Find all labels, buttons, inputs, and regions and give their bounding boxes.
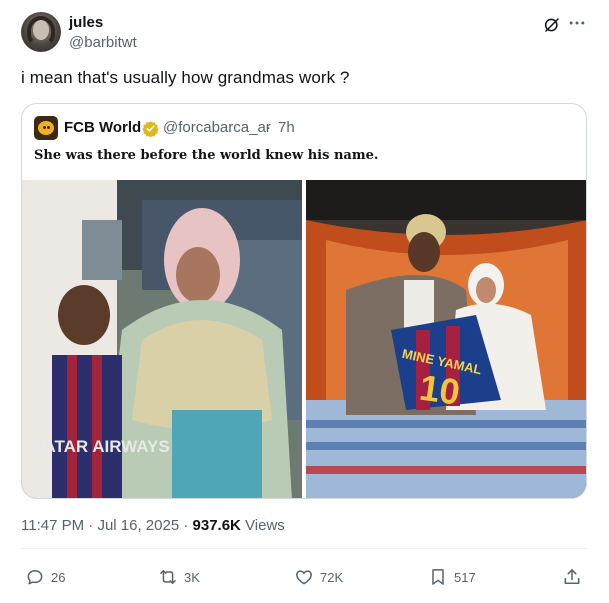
- divider: [21, 548, 587, 549]
- grok-icon[interactable]: [543, 16, 561, 34]
- like-count: 72K: [320, 569, 344, 585]
- tweet-timestamp: 11:47 PM · Jul 16, 2025 · 937.6K Views: [21, 517, 285, 534]
- quote-author-handle[interactable]: @forcabarca_ar: [163, 119, 271, 136]
- tweet-date[interactable]: Jul 16, 2025: [97, 517, 179, 534]
- left-shirt-text: QATAR AIRWAYS: [30, 437, 169, 456]
- tweet-card: jules @barbitwt i mean that's usually ho…: [0, 0, 609, 603]
- reply-button[interactable]: 26: [25, 566, 65, 588]
- author-handle[interactable]: @barbitwt: [69, 34, 137, 51]
- quote-text: She was there before the world knew his …: [34, 148, 379, 163]
- timestamp-separator: ·: [183, 517, 189, 534]
- heart-icon: [296, 570, 312, 585]
- quote-author-name[interactable]: FCB World: [64, 119, 141, 136]
- quote-separator: ·: [266, 119, 271, 136]
- share-icon: [564, 569, 580, 584]
- reply-icon: [27, 570, 43, 585]
- more-options-icon[interactable]: [567, 13, 587, 33]
- quote-photo-left[interactable]: QATAR AIRWAYS: [22, 180, 302, 499]
- bookmark-button[interactable]: 517: [428, 566, 476, 588]
- repost-count: 3K: [184, 569, 200, 585]
- author-name[interactable]: jules: [69, 14, 103, 31]
- right-shirt-number: 10: [417, 367, 462, 413]
- tweet-time[interactable]: 11:47 PM: [21, 517, 84, 534]
- quoted-tweet[interactable]: FCB World @forcabarca_ar · 7h She was th…: [21, 103, 587, 499]
- repost-icon: [160, 570, 176, 584]
- verified-badge-icon: [142, 121, 159, 137]
- like-button[interactable]: 72K: [294, 566, 343, 588]
- share-button[interactable]: [562, 566, 588, 588]
- quote-time[interactable]: 7h: [278, 119, 295, 136]
- views-count: 937.6K: [192, 517, 241, 534]
- reply-count: 26: [51, 569, 66, 585]
- views-label: Views: [245, 517, 285, 534]
- quote-author-avatar[interactable]: [34, 116, 58, 140]
- quote-photo-right[interactable]: MINE YAMAL 10: [306, 180, 587, 499]
- author-avatar[interactable]: [21, 12, 61, 52]
- timestamp-separator: ·: [88, 517, 94, 534]
- bookmark-icon: [432, 569, 444, 585]
- tweet-text: i mean that's usually how grandmas work …: [21, 68, 350, 87]
- bookmark-count: 517: [454, 569, 476, 585]
- repost-button[interactable]: 3K: [158, 566, 200, 588]
